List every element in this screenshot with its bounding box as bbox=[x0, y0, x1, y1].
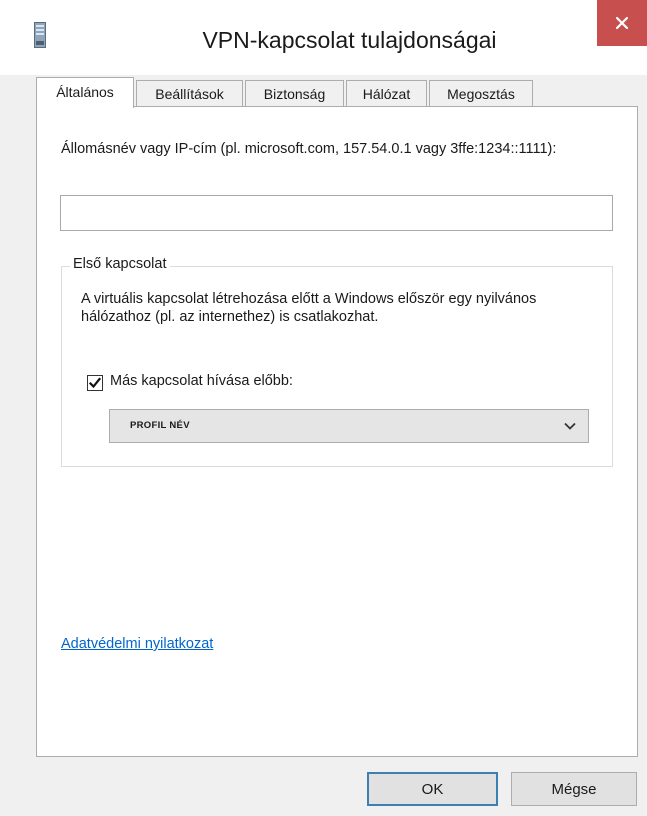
first-connection-legend: Első kapcsolat bbox=[70, 256, 170, 272]
tab-security[interactable]: Biztonság bbox=[245, 80, 344, 106]
dial-first-label: Más kapcsolat hívása előbb: bbox=[110, 373, 293, 389]
close-icon bbox=[615, 16, 629, 30]
tab-general[interactable]: Általános bbox=[36, 77, 134, 108]
host-label: Állomásnév vagy IP-cím (pl. microsoft.co… bbox=[61, 141, 557, 157]
cancel-button[interactable]: Mégse bbox=[511, 772, 637, 806]
privacy-statement-link[interactable]: Adatvédelmi nyilatkozat bbox=[61, 636, 213, 652]
profile-dropdown-value: PROFIL NÉV bbox=[130, 420, 190, 431]
tab-network[interactable]: Hálózat bbox=[346, 80, 427, 106]
host-address-input[interactable] bbox=[60, 195, 613, 231]
first-connection-description: A virtuális kapcsolat létrehozása előtt … bbox=[81, 291, 537, 325]
close-button[interactable] bbox=[597, 0, 647, 46]
checkmark-icon bbox=[88, 377, 102, 389]
tab-sharing[interactable]: Megosztás bbox=[429, 80, 533, 106]
window-title: VPN-kapcsolat tulajdonságai bbox=[202, 27, 497, 53]
profile-dropdown[interactable]: PROFIL NÉV bbox=[109, 409, 589, 443]
ok-button[interactable]: OK bbox=[367, 772, 498, 806]
tab-settings[interactable]: Beállítások bbox=[136, 80, 243, 106]
dial-first-checkbox[interactable] bbox=[87, 375, 103, 391]
chevron-down-icon bbox=[564, 422, 576, 430]
vpn-properties-dialog: VPN-kapcsolat tulajdonságai Általános Be… bbox=[0, 0, 647, 816]
title-bar: VPN-kapcsolat tulajdonságai bbox=[0, 0, 647, 75]
